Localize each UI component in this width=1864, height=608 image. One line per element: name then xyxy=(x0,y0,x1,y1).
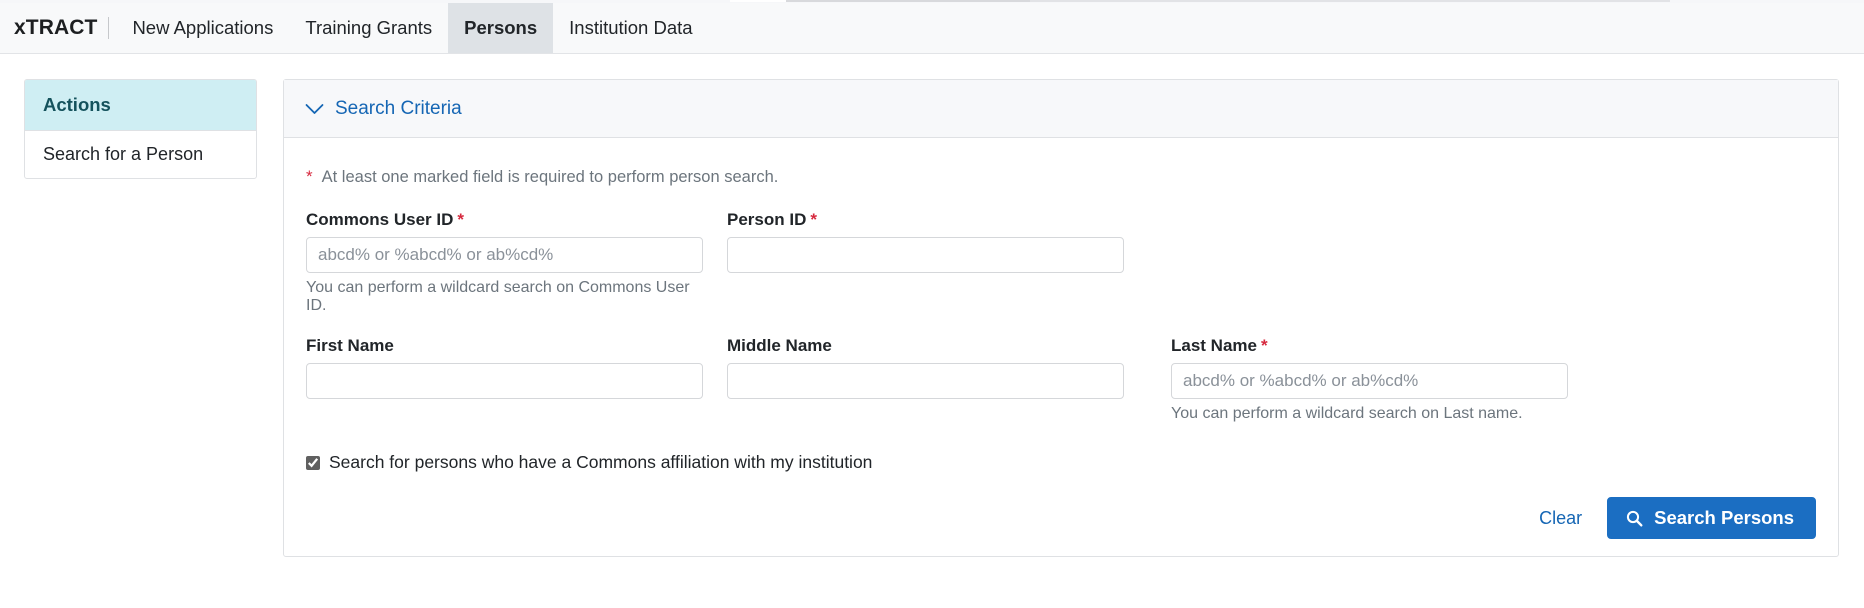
page-content: Actions Search for a Person Search Crite… xyxy=(0,54,1864,608)
help-last-name: You can perform a wildcard search on Las… xyxy=(1171,405,1523,422)
search-criteria-title: Search Criteria xyxy=(335,97,462,119)
search-criteria-header[interactable]: Search Criteria xyxy=(284,80,1838,138)
required-asterisk: * xyxy=(306,167,313,186)
label-person-id: Person ID * xyxy=(727,210,1124,230)
chevron-down-icon[interactable] xyxy=(305,103,324,115)
label-last-name-text: Last Name xyxy=(1171,336,1257,355)
label-first-name: First Name xyxy=(306,336,394,355)
label-commons-user-id-text: Commons User ID xyxy=(306,210,454,229)
commons-affiliation-checkbox-label[interactable]: Search for persons who have a Commons af… xyxy=(329,452,872,473)
sidebar-header: Actions xyxy=(25,80,256,131)
nav-item-new-applications[interactable]: New Applications xyxy=(116,3,289,53)
nav-item-training-grants[interactable]: Training Grants xyxy=(289,3,448,53)
label-commons-user-id: Commons User ID * xyxy=(306,210,703,230)
field-first-name: First Name xyxy=(306,336,703,423)
required-asterisk-last-name: * xyxy=(1260,336,1268,355)
required-asterisk-person-id: * xyxy=(810,210,817,229)
search-icon xyxy=(1626,510,1643,527)
search-criteria-card: Search Criteria * At least one marked fi… xyxy=(283,79,1839,557)
help-commons-user-id: You can perform a wildcard search on Com… xyxy=(306,279,690,314)
required-asterisk-commons-user-id: * xyxy=(457,210,464,229)
last-name-input[interactable] xyxy=(1171,363,1568,399)
first-name-input[interactable] xyxy=(306,363,703,399)
commons-affiliation-checkbox[interactable] xyxy=(306,455,320,470)
required-note-text: At least one marked field is required to… xyxy=(321,168,779,186)
commons-affiliation-checkbox-row: Search for persons who have a Commons af… xyxy=(306,452,1816,473)
search-criteria-body: * At least one marked field is required … xyxy=(284,138,1838,539)
form-row-names: First Name Middle Name Last Name* You ca… xyxy=(306,336,1816,423)
field-middle-name: Middle Name xyxy=(727,336,1124,423)
clear-button[interactable]: Clear xyxy=(1537,504,1584,533)
app-brand[interactable]: xTRACT xyxy=(10,3,105,53)
chrome-tab-strip-left xyxy=(786,0,1030,2)
field-last-name: Last Name* You can perform a wildcard se… xyxy=(1171,336,1568,423)
form-row-ids: Commons User ID* You can perform a wildc… xyxy=(306,210,1816,315)
label-person-id-text: Person ID xyxy=(727,210,807,229)
brand-divider xyxy=(108,17,110,39)
chrome-tab-strip-right xyxy=(1030,0,1670,2)
search-persons-button-label: Search Persons xyxy=(1654,507,1794,528)
field-person-id: Person ID * xyxy=(727,210,1124,315)
top-navigation-bar: xTRACT New Applications Training Grants … xyxy=(0,3,1864,54)
label-last-name: Last Name * xyxy=(1171,336,1568,356)
nav-item-institution-data[interactable]: Institution Data xyxy=(553,3,708,53)
search-persons-button[interactable]: Search Persons xyxy=(1607,497,1816,539)
person-id-input[interactable] xyxy=(727,237,1124,273)
label-middle-name: Middle Name xyxy=(727,336,832,355)
actions-sidebar: Actions Search for a Person xyxy=(24,79,257,179)
commons-user-id-input[interactable] xyxy=(306,237,703,273)
form-actions: Clear Search Persons xyxy=(306,497,1816,539)
nav-item-persons[interactable]: Persons xyxy=(448,3,554,53)
sidebar-item-search-for-a-person[interactable]: Search for a Person xyxy=(25,131,256,178)
middle-name-input[interactable] xyxy=(727,363,1124,399)
chrome-tab-active xyxy=(730,0,786,2)
required-fields-note: * At least one marked field is required … xyxy=(306,168,1816,187)
field-commons-user-id: Commons User ID* You can perform a wildc… xyxy=(306,210,703,315)
